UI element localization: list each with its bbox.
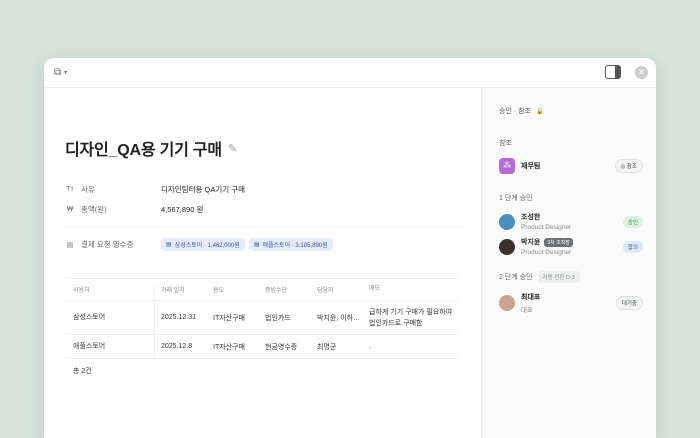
table-row[interactable]: 삼성스토어 2025.12.31 IT자산구매 법인카드 박지윤, 이하니, .…	[65, 300, 459, 335]
document-icon: ▤	[166, 242, 172, 248]
sidebar-header: 승인 · 참조 🔒	[499, 108, 544, 115]
property-value: 디자인팀터용 QA기기 구매	[161, 185, 246, 194]
page-menu-button[interactable]: ⧉ ▾	[54, 67, 67, 78]
document-icon: ▤	[253, 242, 260, 248]
column-header[interactable]: 메모	[363, 284, 459, 295]
property-label: 결제 요청 영수증	[81, 240, 134, 249]
table-row[interactable]: 애플스토어 2025.12.8 IT자산구매 현금영수증 최명군 .	[65, 334, 459, 359]
page-title: 디자인_QA용 기기 구매	[65, 142, 222, 159]
status-badge: ◎ 참조	[614, 159, 643, 173]
title-row: 디자인_QA용 기기 구매 ✎	[65, 136, 237, 160]
property-receipts[interactable]: ▤ 결제 요청 영수증 ▤ 삼성스토어 · 1,462,000원 ▤ 애플스토어…	[65, 238, 337, 251]
approver[interactable]: 최대표 대표 대기중	[499, 292, 643, 314]
column-header[interactable]: 용도	[207, 285, 259, 294]
copy-icon: ⧉	[54, 67, 62, 78]
column-header[interactable]: 사용처	[65, 285, 154, 294]
role-tag: 3차 조직장	[544, 237, 573, 247]
table-cell: .	[369, 343, 371, 350]
property-reason[interactable]: Tт 사유 디자인팀터용 QA기기 구매	[65, 184, 245, 195]
step2-label: 2 단계 승인 자동 전환 D-3	[499, 271, 580, 283]
divider	[65, 227, 463, 228]
step1-label: 1 단계 승인	[499, 195, 533, 202]
row-count: 총 2건	[73, 368, 92, 375]
approver[interactable]: 조성한 Product Designer 승인	[499, 212, 643, 231]
auto-transition-badge: 자동 전환 D-3	[537, 271, 580, 283]
chevron-down-icon: ▾	[64, 70, 68, 76]
table-cell: 급하게 기기 구매가 필요하여 법인카드로 구매함	[369, 308, 453, 327]
team-icon: ⁂	[499, 158, 515, 174]
top-bar: ⧉ ▾ ✕	[44, 58, 656, 88]
avatar	[499, 295, 515, 311]
property-label: 총액(원)	[81, 205, 107, 214]
table-cell: 현금영수증	[265, 343, 298, 351]
reference-section-label: 참조	[499, 140, 512, 147]
table-cell: 2025.12.31	[154, 300, 207, 335]
close-icon[interactable]: ✕	[635, 65, 648, 79]
receipt-icon: ▤	[66, 241, 74, 249]
text-icon: Tт	[66, 186, 74, 193]
table-cell: IT자산구매	[213, 314, 245, 322]
status-badge: 대기중	[615, 296, 643, 310]
lock-icon: 🔒	[535, 108, 544, 115]
table-header: 사용처 거래 일자 용도 증빙수단 담당자 메모	[65, 278, 459, 301]
property-label: 사유	[81, 185, 95, 194]
status-badge: 승인	[622, 215, 643, 228]
receipt-chip[interactable]: ▤ 애플스토어 · 3,105,890원	[248, 238, 333, 251]
reference-team[interactable]: ⁂ 재무팀 ◎ 참조	[499, 158, 643, 174]
edit-icon[interactable]: ✎	[228, 142, 237, 155]
avatar	[499, 213, 515, 230]
expense-table: 사용처 거래 일자 용도 증빙수단 담당자 메모 삼성스토어 2025.12.3…	[65, 278, 459, 359]
status-badge: 합의	[622, 240, 643, 253]
column-header[interactable]: 담당자	[311, 285, 363, 294]
table-cell: IT자산구매	[213, 343, 245, 351]
won-icon: ₩	[66, 206, 74, 213]
table-cell: 박지윤, 이하니, ...	[317, 314, 363, 322]
approver[interactable]: 박지윤 3차 조직장 Product Designer 합의	[499, 237, 643, 256]
panel-toggle-icon[interactable]	[605, 65, 621, 79]
table-cell: 법인카드	[265, 314, 291, 322]
column-header[interactable]: 거래 일자	[154, 285, 207, 294]
table-cell: 애플스토어	[73, 342, 106, 350]
table-cell: 2025.12.8	[154, 334, 207, 359]
table-cell: 삼성스토어	[73, 313, 106, 321]
main-content: 디자인_QA용 기기 구매 ✎ Tт 사유 디자인팀터용 QA기기 구매 ₩ 총…	[44, 88, 481, 438]
avatar	[499, 238, 515, 255]
receipt-chip[interactable]: ▤ 삼성스토어 · 1,462,000원	[161, 238, 245, 251]
column-header[interactable]: 증빙수단	[259, 285, 311, 294]
app-window: ⧉ ▾ ✕ 디자인_QA용 기기 구매 ✎ Tт 사유 디자인팀터용 QA기기 …	[44, 58, 656, 438]
table-cell: 최명군	[317, 343, 337, 351]
property-total[interactable]: ₩ 총액(원) 4,567,890 원	[65, 204, 204, 215]
team-name: 재무팀	[521, 163, 541, 170]
property-value: 4,567,890 원	[161, 205, 204, 214]
approval-sidebar: 승인 · 참조 🔒 참조 ⁂ 재무팀 ◎ 참조 1 단계 승인 조성한 Prod…	[481, 88, 656, 438]
